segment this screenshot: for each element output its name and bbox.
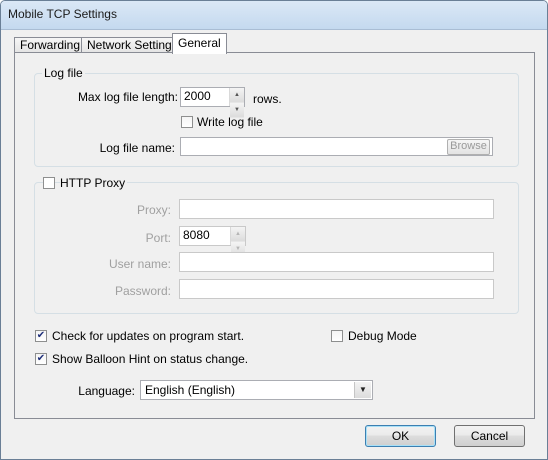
language-label: Language: (78, 384, 135, 398)
port-value: 8080 (183, 228, 210, 242)
check-updates-label: Check for updates on program start. (52, 329, 245, 343)
title-bar[interactable]: Mobile TCP Settings (1, 1, 547, 30)
log-file-name-input[interactable]: Browse (180, 137, 493, 156)
port-spinner[interactable]: ▲ ▼ (230, 227, 245, 257)
general-tab-panel: Log file Max log file length: 2000 ▲ ▼ r… (14, 52, 535, 419)
write-log-label: Write log file (197, 115, 263, 129)
password-input[interactable] (179, 279, 494, 299)
browse-button[interactable]: Browse (447, 139, 490, 155)
port-input[interactable]: 8080 ▲ ▼ (179, 226, 246, 257)
proxy-label: Proxy: (136, 203, 171, 217)
http-proxy-legend: HTTP Proxy (60, 176, 128, 190)
ok-button[interactable]: OK (365, 425, 436, 447)
password-label: Password: (114, 284, 171, 298)
log-file-name-label: Log file name: (99, 141, 175, 155)
language-value: English (English) (145, 383, 236, 397)
max-log-length-value: 2000 (184, 89, 211, 103)
tab-general[interactable]: General (172, 33, 227, 54)
log-file-legend: Log file (42, 66, 85, 80)
debug-mode-checkbox[interactable] (331, 330, 343, 342)
balloon-hint-label: Show Balloon Hint on status change. (52, 352, 249, 366)
username-label: User name: (108, 257, 171, 271)
window-title: Mobile TCP Settings (8, 7, 117, 21)
proxy-input[interactable] (179, 199, 494, 219)
spin-up-icon[interactable]: ▲ (231, 227, 245, 242)
language-select[interactable]: English (English) ▼ (140, 380, 373, 400)
debug-mode-label: Debug Mode (348, 329, 417, 343)
port-label: Port: (145, 231, 171, 245)
cancel-button[interactable]: Cancel (454, 425, 525, 447)
check-updates-checkbox[interactable]: ✔ (35, 330, 47, 342)
spin-up-icon[interactable]: ▲ (230, 88, 244, 103)
username-input[interactable] (179, 252, 494, 272)
http-proxy-checkbox[interactable] (43, 177, 55, 189)
chevron-down-icon[interactable]: ▼ (354, 382, 371, 398)
settings-window: Mobile TCP Settings Forwarding Network S… (0, 0, 548, 460)
rows-label: rows. (253, 92, 282, 106)
max-log-length-label: Max log file length: (77, 90, 178, 104)
balloon-hint-checkbox[interactable]: ✔ (35, 353, 47, 365)
write-log-checkbox[interactable] (181, 116, 193, 128)
max-log-length-input[interactable]: 2000 ▲ ▼ (180, 87, 245, 118)
max-log-length-spinner[interactable]: ▲ ▼ (229, 88, 244, 118)
